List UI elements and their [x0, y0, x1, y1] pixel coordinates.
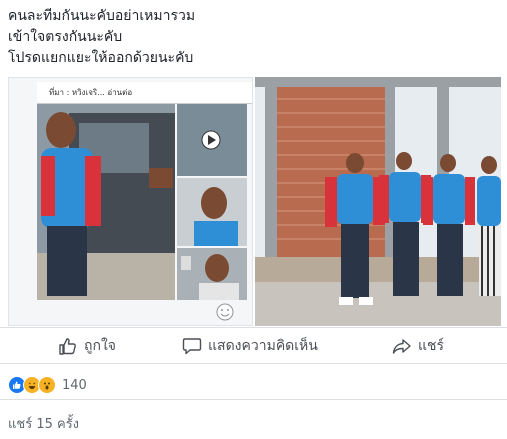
- wow-reaction-icon: [38, 376, 56, 394]
- divider: [0, 363, 507, 364]
- share-button[interactable]: แชร์: [392, 330, 444, 362]
- collage-illustration: [9, 78, 252, 325]
- comment-icon: [182, 338, 202, 355]
- collage-image[interactable]: ที่มา : หวิงเจริ... อ่านต่อ: [8, 77, 253, 326]
- source-caption: ที่มา : หวิงเจริ... อ่านต่อ: [37, 82, 252, 104]
- post-line-3: โปรดแยกแยะให้ออกด้วยนะคับ: [8, 50, 194, 66]
- post-text: คนละทีมกันนะคับอย่าเหมารวม เข้าใจตรงกันน…: [8, 6, 195, 69]
- divider: [0, 327, 507, 328]
- share-arrow-icon: [392, 339, 411, 354]
- comment-label: แสดงความคิดเห็น: [208, 338, 318, 354]
- thumbs-up-icon: [59, 338, 76, 355]
- reaction-summary[interactable]: 140: [8, 375, 87, 395]
- share-label: แชร์: [418, 338, 445, 354]
- like-label: ถูกใจ: [84, 338, 116, 354]
- post-line-2: เข้าใจตรงกันนะคับ: [8, 29, 123, 45]
- share-count[interactable]: แชร์ 15 ครั้ง: [8, 413, 79, 434]
- like-button[interactable]: ถูกใจ: [58, 330, 116, 362]
- group-photo-illustration: [255, 77, 501, 326]
- group-photo[interactable]: [255, 77, 501, 326]
- post-line-1: คนละทีมกันนะคับอย่าเหมารวม: [8, 8, 196, 24]
- post-actions: ถูกใจ แสดงความคิดเห็น แชร์: [0, 330, 507, 362]
- post-media[interactable]: ที่มา : หวิงเจริ... อ่านต่อ: [8, 77, 501, 326]
- reaction-count: 140: [62, 377, 87, 393]
- comment-button[interactable]: แสดงความคิดเห็น: [182, 330, 318, 362]
- divider: [0, 399, 507, 400]
